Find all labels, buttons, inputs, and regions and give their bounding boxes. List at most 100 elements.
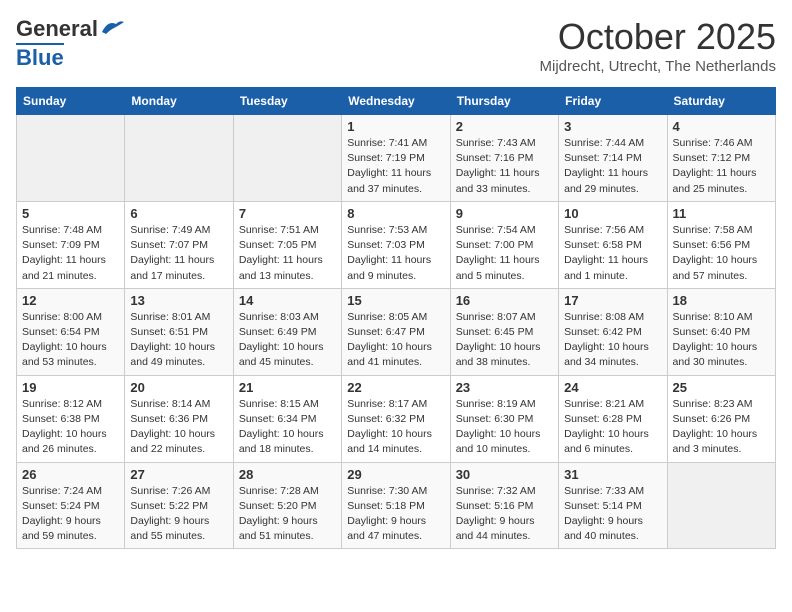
day-info: Sunrise: 7:49 AMSunset: 7:07 PMDaylight:… xyxy=(130,223,227,284)
day-cell: 5 Sunrise: 7:48 AMSunset: 7:09 PMDaylight… xyxy=(17,201,125,288)
day-cell: 31Sunrise: 7:33 AMSunset: 5:14 PMDayligh… xyxy=(559,462,667,549)
day-number: 1 xyxy=(347,119,444,134)
day-info: Sunrise: 8:17 AMSunset: 6:32 PMDaylight:… xyxy=(347,397,444,458)
day-cell: 3 Sunrise: 7:44 AMSunset: 7:14 PMDaylight… xyxy=(559,115,667,202)
logo-general-text: General xyxy=(16,16,98,42)
day-info: Sunrise: 7:24 AMSunset: 5:24 PMDaylight:… xyxy=(22,484,119,545)
logo-bird-icon xyxy=(100,18,126,36)
week-row: 12 Sunrise: 8:00 AMSunset: 6:54 PMDayligh… xyxy=(17,288,776,375)
day-number: 30 xyxy=(456,467,553,482)
day-number: 9 xyxy=(456,206,553,221)
day-number: 4 xyxy=(673,119,770,134)
day-cell: 13Sunrise: 8:01 AMSunset: 6:51 PMDayligh… xyxy=(125,288,233,375)
day-cell: 27 Sunrise: 7:26 AMSunset: 5:22 PMDayligh… xyxy=(125,462,233,549)
day-info: Sunrise: 8:01 AMSunset: 6:51 PMDaylight:… xyxy=(130,310,227,371)
day-number: 2 xyxy=(456,119,553,134)
day-cell: 25Sunrise: 8:23 AMSunset: 6:26 PMDayligh… xyxy=(667,375,775,462)
day-info: Sunrise: 8:05 AMSunset: 6:47 PMDaylight:… xyxy=(347,310,444,371)
day-header-sunday: Sunday xyxy=(17,88,125,115)
day-number: 31 xyxy=(564,467,661,482)
calendar-table: SundayMondayTuesdayWednesdayThursdayFrid… xyxy=(16,87,776,549)
day-header-thursday: Thursday xyxy=(450,88,558,115)
day-info: Sunrise: 7:58 AMSunset: 6:56 PMDaylight:… xyxy=(673,223,770,284)
day-cell: 12 Sunrise: 8:00 AMSunset: 6:54 PMDayligh… xyxy=(17,288,125,375)
day-number: 23 xyxy=(456,380,553,395)
day-cell: 20 Sunrise: 8:14 AMSunset: 6:36 PMDayligh… xyxy=(125,375,233,462)
day-number: 3 xyxy=(564,119,661,134)
day-info: Sunrise: 8:03 AMSunset: 6:49 PMDaylight:… xyxy=(239,310,336,371)
day-number: 28 xyxy=(239,467,336,482)
day-info: Sunrise: 8:23 AMSunset: 6:26 PMDaylight:… xyxy=(673,397,770,458)
day-cell: 14 Sunrise: 8:03 AMSunset: 6:49 PMDayligh… xyxy=(233,288,341,375)
day-info: Sunrise: 7:41 AMSunset: 7:19 PMDaylight:… xyxy=(347,136,444,197)
day-number: 15 xyxy=(347,293,444,308)
day-info: Sunrise: 8:15 AMSunset: 6:34 PMDaylight:… xyxy=(239,397,336,458)
day-number: 27 xyxy=(130,467,227,482)
page-header: General Blue October 2025 Mijdrecht, Utr… xyxy=(16,16,776,75)
day-info: Sunrise: 7:53 AMSunset: 7:03 PMDaylight:… xyxy=(347,223,444,284)
day-number: 22 xyxy=(347,380,444,395)
day-cell xyxy=(233,115,341,202)
day-info: Sunrise: 8:00 AMSunset: 6:54 PMDaylight:… xyxy=(22,310,119,371)
day-cell: 18 Sunrise: 8:10 AMSunset: 6:40 PMDayligh… xyxy=(667,288,775,375)
day-number: 16 xyxy=(456,293,553,308)
day-info: Sunrise: 7:51 AMSunset: 7:05 PMDaylight:… xyxy=(239,223,336,284)
day-header-friday: Friday xyxy=(559,88,667,115)
day-number: 5 xyxy=(22,206,119,221)
day-cell: 9Sunrise: 7:54 AMSunset: 7:00 PMDaylight… xyxy=(450,201,558,288)
day-number: 24 xyxy=(564,380,661,395)
month-title: October 2025 xyxy=(540,16,777,58)
day-number: 29 xyxy=(347,467,444,482)
logo-blue-text: Blue xyxy=(16,45,64,70)
week-row: 26 Sunrise: 7:24 AMSunset: 5:24 PMDayligh… xyxy=(17,462,776,549)
day-cell: 24 Sunrise: 8:21 AMSunset: 6:28 PMDayligh… xyxy=(559,375,667,462)
day-number: 26 xyxy=(22,467,119,482)
day-cell: 26 Sunrise: 7:24 AMSunset: 5:24 PMDayligh… xyxy=(17,462,125,549)
day-cell: 6 Sunrise: 7:49 AMSunset: 7:07 PMDaylight… xyxy=(125,201,233,288)
day-cell xyxy=(667,462,775,549)
day-info: Sunrise: 8:12 AMSunset: 6:38 PMDaylight:… xyxy=(22,397,119,458)
week-row: 5 Sunrise: 7:48 AMSunset: 7:09 PMDaylight… xyxy=(17,201,776,288)
day-number: 20 xyxy=(130,380,227,395)
day-number: 7 xyxy=(239,206,336,221)
day-cell: 1 Sunrise: 7:41 AMSunset: 7:19 PMDaylight… xyxy=(342,115,450,202)
location-text: Mijdrecht, Utrecht, The Netherlands xyxy=(540,58,777,75)
day-header-tuesday: Tuesday xyxy=(233,88,341,115)
day-number: 11 xyxy=(673,206,770,221)
logo: General Blue xyxy=(16,16,126,71)
day-number: 8 xyxy=(347,206,444,221)
day-info: Sunrise: 7:44 AMSunset: 7:14 PMDaylight:… xyxy=(564,136,661,197)
day-info: Sunrise: 8:19 AMSunset: 6:30 PMDaylight:… xyxy=(456,397,553,458)
day-cell: 4Sunrise: 7:46 AMSunset: 7:12 PMDaylight… xyxy=(667,115,775,202)
day-info: Sunrise: 8:14 AMSunset: 6:36 PMDaylight:… xyxy=(130,397,227,458)
week-row: 1 Sunrise: 7:41 AMSunset: 7:19 PMDaylight… xyxy=(17,115,776,202)
day-info: Sunrise: 7:48 AMSunset: 7:09 PMDaylight:… xyxy=(22,223,119,284)
day-cell: 21 Sunrise: 8:15 AMSunset: 6:34 PMDayligh… xyxy=(233,375,341,462)
day-info: Sunrise: 7:30 AMSunset: 5:18 PMDaylight:… xyxy=(347,484,444,545)
day-cell xyxy=(125,115,233,202)
day-cell: 19Sunrise: 8:12 AMSunset: 6:38 PMDayligh… xyxy=(17,375,125,462)
day-number: 21 xyxy=(239,380,336,395)
day-info: Sunrise: 7:26 AMSunset: 5:22 PMDaylight:… xyxy=(130,484,227,545)
day-number: 14 xyxy=(239,293,336,308)
day-number: 18 xyxy=(673,293,770,308)
day-info: Sunrise: 7:43 AMSunset: 7:16 PMDaylight:… xyxy=(456,136,553,197)
day-number: 12 xyxy=(22,293,119,308)
day-cell: 7 Sunrise: 7:51 AMSunset: 7:05 PMDaylight… xyxy=(233,201,341,288)
day-cell: 10Sunrise: 7:56 AMSunset: 6:58 PMDayligh… xyxy=(559,201,667,288)
day-cell: 30 Sunrise: 7:32 AMSunset: 5:16 PMDayligh… xyxy=(450,462,558,549)
day-cell xyxy=(17,115,125,202)
day-cell: 23 Sunrise: 8:19 AMSunset: 6:30 PMDayligh… xyxy=(450,375,558,462)
day-cell: 17Sunrise: 8:08 AMSunset: 6:42 PMDayligh… xyxy=(559,288,667,375)
day-info: Sunrise: 8:21 AMSunset: 6:28 PMDaylight:… xyxy=(564,397,661,458)
day-header-monday: Monday xyxy=(125,88,233,115)
day-header-saturday: Saturday xyxy=(667,88,775,115)
header-row: SundayMondayTuesdayWednesdayThursdayFrid… xyxy=(17,88,776,115)
day-cell: 8 Sunrise: 7:53 AMSunset: 7:03 PMDaylight… xyxy=(342,201,450,288)
day-info: Sunrise: 8:10 AMSunset: 6:40 PMDaylight:… xyxy=(673,310,770,371)
day-number: 6 xyxy=(130,206,227,221)
day-cell: 29 Sunrise: 7:30 AMSunset: 5:18 PMDayligh… xyxy=(342,462,450,549)
day-info: Sunrise: 7:32 AMSunset: 5:16 PMDaylight:… xyxy=(456,484,553,545)
day-number: 17 xyxy=(564,293,661,308)
week-row: 19Sunrise: 8:12 AMSunset: 6:38 PMDayligh… xyxy=(17,375,776,462)
